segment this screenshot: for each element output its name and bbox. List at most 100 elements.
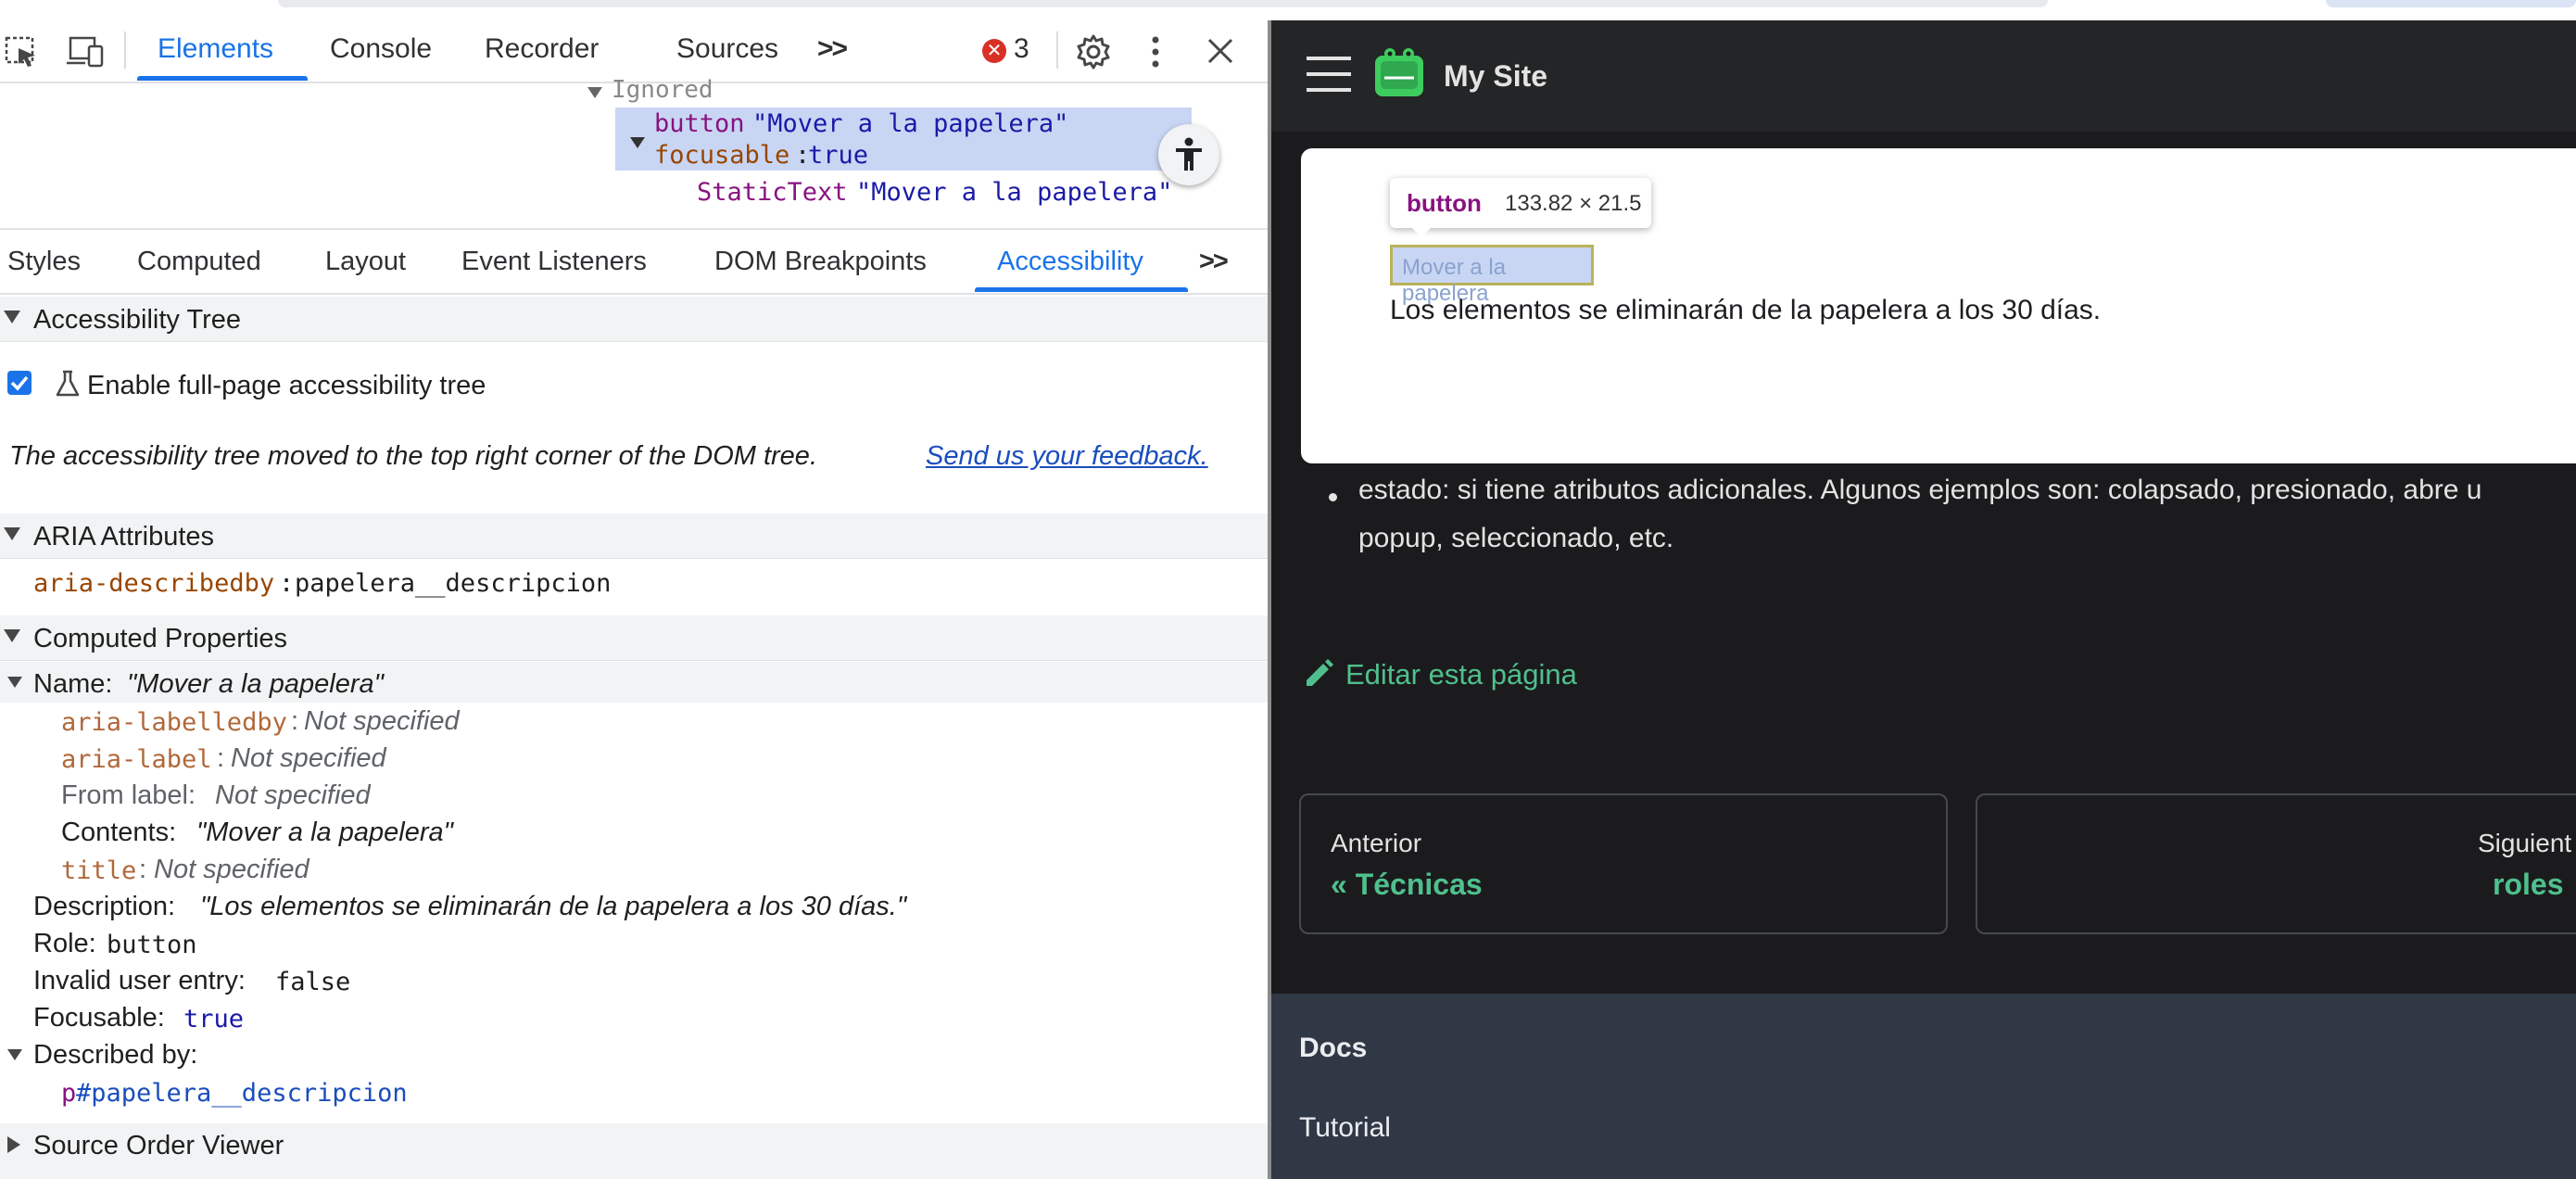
- bullet-dot: [1329, 493, 1337, 501]
- subtab-styles[interactable]: Styles: [7, 247, 81, 277]
- settings-gear-icon[interactable]: [1075, 33, 1112, 70]
- focusable-key: Focusable:: [33, 1003, 165, 1033]
- tab-elements-underline: [137, 76, 308, 81]
- pagination-prev-label: Anterior: [1331, 829, 1422, 857]
- edit-page-link[interactable]: Editar esta página: [1345, 658, 1577, 691]
- device-toolbar-icon[interactable]: [65, 35, 106, 69]
- expand-triangle-icon[interactable]: [587, 87, 602, 98]
- section-aria-attributes[interactable]: ARIA Attributes: [0, 513, 1269, 559]
- more-tabs-chevron-icon[interactable]: >>: [817, 33, 848, 65]
- description-value: "Los elementos se eliminarán de la papel…: [200, 892, 907, 921]
- invalid-entry-value: false: [275, 968, 351, 996]
- pagination-next-label: Siguient: [2478, 829, 2572, 857]
- node-property-value: true: [808, 141, 869, 170]
- invalid-entry-key: Invalid user entry:: [33, 966, 246, 995]
- collapse-triangle-icon[interactable]: [4, 629, 20, 642]
- browser-button-edge: [2326, 0, 2576, 7]
- section-title: Accessibility Tree: [33, 305, 242, 335]
- described-by-id[interactable]: #papelera__descripcion: [76, 1079, 408, 1108]
- hamburger-menu-icon[interactable]: [1305, 56, 1353, 97]
- name-label: Name:: [33, 669, 113, 699]
- tooltip-arrow: [1412, 228, 1431, 237]
- papelera-description: Los elementos se eliminarán de la papele…: [1390, 295, 2102, 325]
- website-viewport: My Site button 133.82 × 21.5 Mover a la …: [1271, 20, 2576, 1179]
- aria-labelledby-value: Not specified: [304, 706, 460, 736]
- ignored-node[interactable]: Ignored: [612, 76, 713, 104]
- aria-attribute-value: papelera__descripcion: [295, 569, 612, 598]
- name-value: "Mover a la papelera": [127, 669, 384, 699]
- pagination-prev-card[interactable]: Anterior « Técnicas: [1299, 793, 1948, 934]
- footer-link-tutorial[interactable]: Tutorial: [1299, 1112, 1391, 1144]
- role-key: Role:: [33, 929, 96, 958]
- section-computed-properties[interactable]: Computed Properties: [0, 615, 1269, 661]
- pagination-next-title: roles: [2493, 868, 2564, 901]
- enable-tree-label[interactable]: Enable full-page accessibility tree: [87, 371, 486, 401]
- node-role-statictext[interactable]: StaticText: [697, 178, 848, 207]
- pagination-next-card[interactable]: Siguient roles: [1976, 793, 2576, 934]
- aria-label-key: aria-label: [61, 745, 212, 774]
- devtools-toolbar: Elements Console Recorder Sources >> ✕ 3: [0, 20, 1269, 83]
- collapse-triangle-icon[interactable]: [4, 527, 20, 540]
- enable-tree-checkbox[interactable]: [7, 371, 32, 395]
- address-bar-edge: [278, 0, 2048, 7]
- toolbar-divider: [1056, 32, 1058, 69]
- mover-a-la-papelera-button[interactable]: Mover a la papelera: [1390, 245, 1594, 306]
- error-icon[interactable]: ✕: [982, 39, 1006, 63]
- footer-heading: Docs: [1299, 1033, 1368, 1063]
- tab-sources[interactable]: Sources: [676, 33, 778, 65]
- title-value: Not specified: [154, 855, 309, 884]
- aria-label-value: Not specified: [231, 743, 386, 773]
- collapse-triangle-icon[interactable]: [7, 1049, 22, 1060]
- node-role-button: button: [654, 109, 745, 138]
- focusable-value: true: [183, 1005, 245, 1033]
- more-options-icon[interactable]: [1149, 35, 1162, 69]
- feedback-link[interactable]: Send us your feedback.: [926, 441, 1208, 472]
- tooltip-size: 133.82 × 21.5: [1505, 191, 1642, 216]
- site-footer: Docs Tutorial: [1271, 994, 2576, 1179]
- site-title[interactable]: My Site: [1444, 59, 1547, 94]
- node-name: "Mover a la papelera": [856, 178, 1173, 207]
- section-title: ARIA Attributes: [33, 522, 215, 551]
- section-title: Computed Properties: [33, 624, 288, 653]
- tab-console[interactable]: Console: [330, 33, 432, 65]
- inspect-tooltip: button 133.82 × 21.5: [1390, 178, 1651, 228]
- aria-labelledby-key: aria-labelledby: [61, 708, 287, 737]
- tab-recorder[interactable]: Recorder: [485, 33, 599, 65]
- site-logo-icon[interactable]: [1371, 46, 1429, 105]
- checkmark-icon: [10, 375, 29, 391]
- more-subtabs-chevron-icon[interactable]: >>: [1199, 247, 1229, 277]
- contents-value: "Mover a la papelera": [196, 818, 453, 847]
- bullet-text-line2: popup, seleccionado, etc.: [1358, 523, 1674, 553]
- elements-subtabs: Styles Computed Layout Event Listeners D…: [0, 232, 1269, 295]
- tab-elements[interactable]: Elements: [158, 33, 273, 65]
- accessibility-person-icon: [1176, 137, 1202, 171]
- inspect-element-icon[interactable]: [4, 35, 41, 69]
- subtab-layout[interactable]: Layout: [325, 247, 406, 277]
- collapse-triangle-icon[interactable]: [7, 677, 22, 688]
- from-label-value: Not specified: [215, 780, 371, 810]
- accessibility-tree-toggle-button[interactable]: [1158, 124, 1219, 185]
- section-accessibility-tree[interactable]: Accessibility Tree: [0, 297, 1269, 342]
- section-source-order-viewer[interactable]: Source Order Viewer: [0, 1123, 1269, 1179]
- close-icon[interactable]: [1206, 37, 1234, 65]
- experiment-flask-icon: [54, 369, 82, 403]
- from-label-key: From label:: [61, 780, 196, 810]
- subtab-dom-breakpoints[interactable]: DOM Breakpoints: [714, 247, 927, 277]
- bullet-text-line1: estado: si tiene atributos adicionales. …: [1358, 475, 2482, 505]
- described-by-tag[interactable]: p: [61, 1079, 76, 1108]
- edit-pencil-icon[interactable]: [1303, 658, 1334, 694]
- contents-key: Contents:: [61, 818, 177, 847]
- node-property-key: focusable: [654, 141, 790, 170]
- pagination-prev-title: « Técnicas: [1331, 868, 1483, 901]
- collapse-triangle-icon[interactable]: [4, 311, 20, 323]
- site-navbar: My Site: [1271, 20, 2576, 132]
- subtab-event-listeners[interactable]: Event Listeners: [461, 247, 647, 277]
- described-by-key: Described by:: [33, 1040, 198, 1070]
- subtab-computed[interactable]: Computed: [137, 247, 261, 277]
- browser-top-strip: [0, 0, 2576, 20]
- node-name: "Mover a la papelera": [752, 109, 1069, 138]
- expand-triangle-icon[interactable]: [7, 1136, 20, 1153]
- subtab-accessibility[interactable]: Accessibility: [997, 247, 1143, 277]
- expand-triangle-icon[interactable]: [630, 137, 645, 148]
- error-count[interactable]: 3: [1014, 33, 1029, 65]
